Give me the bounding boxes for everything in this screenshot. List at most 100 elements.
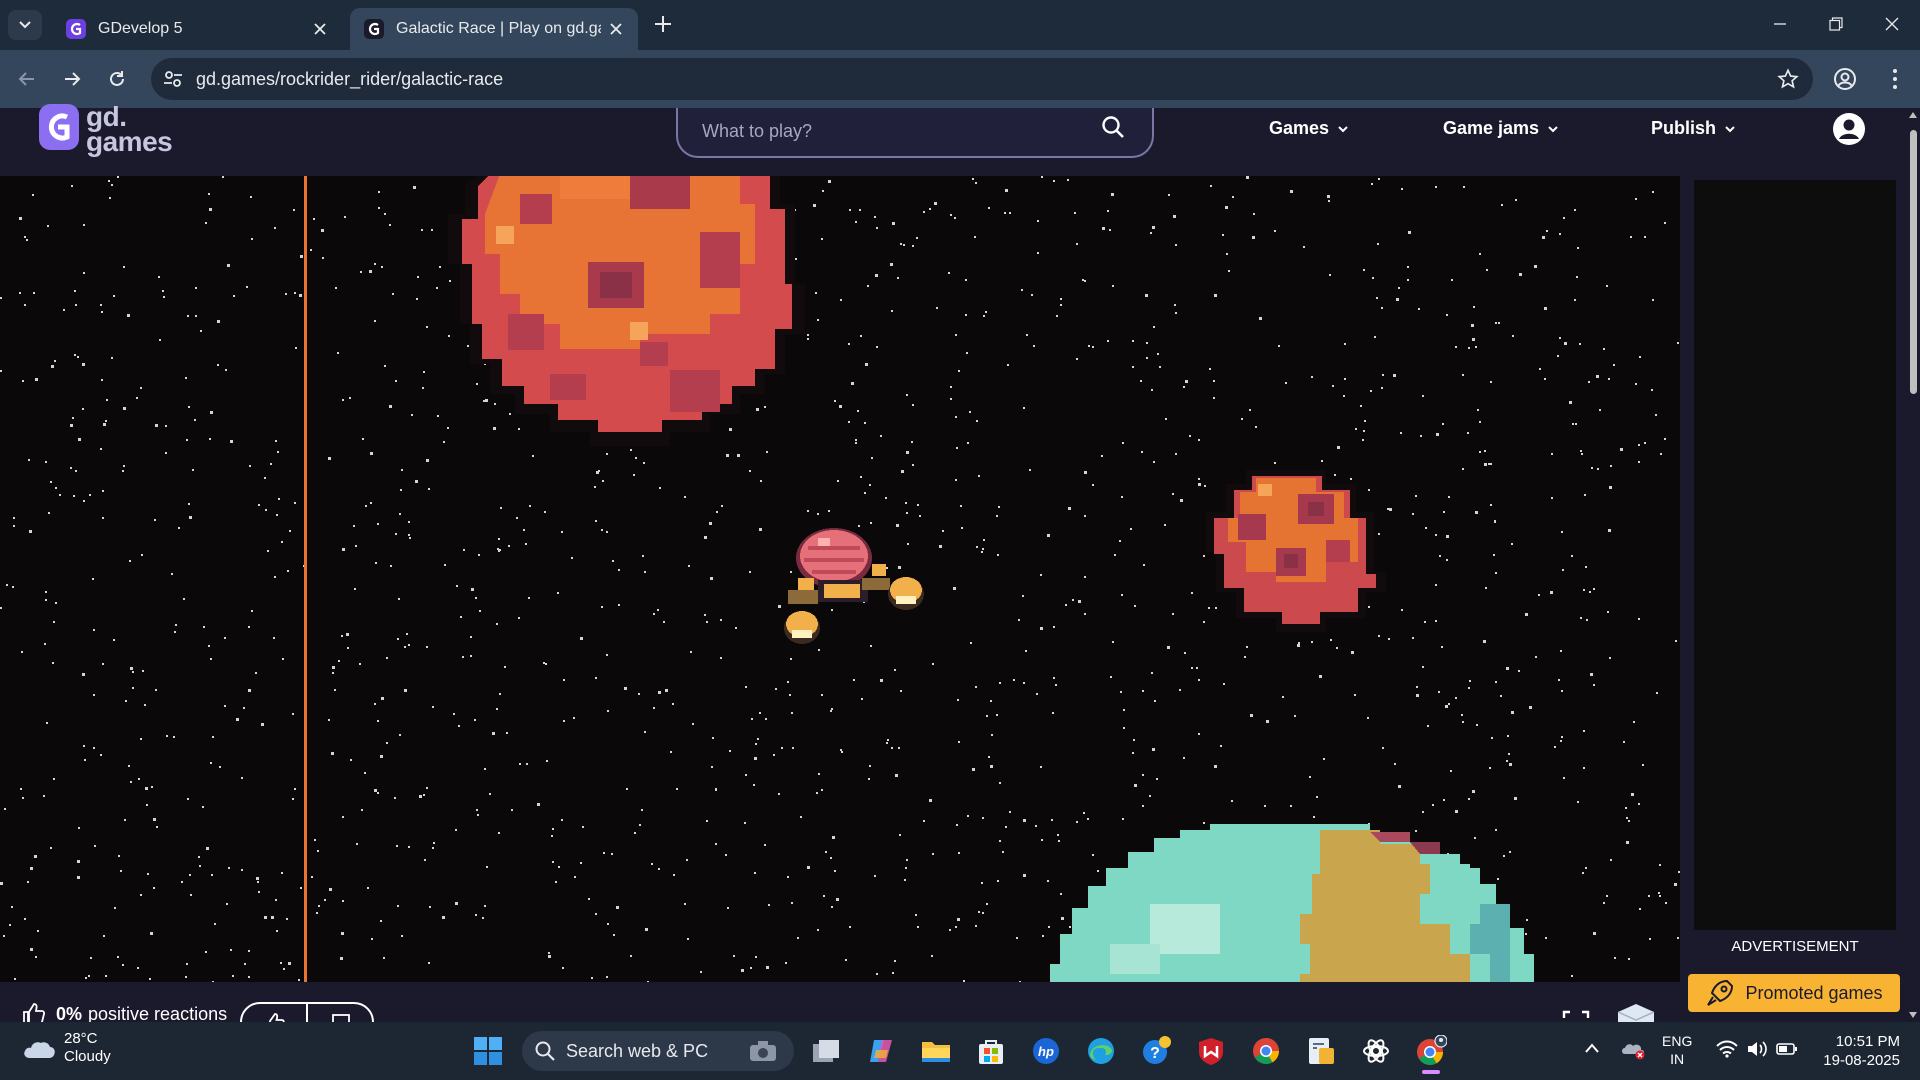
star bbox=[1393, 374, 1396, 377]
close-icon[interactable] bbox=[608, 21, 624, 37]
file-explorer-button[interactable] bbox=[920, 1035, 952, 1067]
star bbox=[1416, 686, 1418, 688]
star bbox=[978, 911, 980, 913]
forward-button[interactable] bbox=[57, 64, 87, 94]
minimize-button[interactable] bbox=[1752, 0, 1808, 48]
page-scrollbar[interactable] bbox=[1906, 108, 1920, 1022]
bookmark-star-icon[interactable] bbox=[1777, 68, 1799, 90]
star bbox=[72, 417, 74, 419]
star bbox=[737, 454, 740, 457]
store-icon bbox=[979, 1040, 1003, 1064]
battery-icon[interactable] bbox=[1776, 1042, 1798, 1056]
game-canvas[interactable] bbox=[0, 176, 1680, 982]
edge-button[interactable] bbox=[1085, 1035, 1117, 1067]
onedrive-icon[interactable] bbox=[1620, 1038, 1646, 1060]
chrome-button[interactable] bbox=[1250, 1035, 1282, 1067]
mcafee-button[interactable] bbox=[1195, 1035, 1227, 1067]
close-icon[interactable] bbox=[312, 21, 328, 37]
star bbox=[1381, 387, 1383, 389]
system-clock[interactable]: 10:51 PM 19-08-2025 bbox=[1810, 1032, 1900, 1070]
star bbox=[383, 957, 385, 959]
star bbox=[1363, 269, 1365, 271]
star bbox=[1583, 589, 1585, 591]
star bbox=[948, 272, 950, 274]
chatgpt-button[interactable] bbox=[1360, 1035, 1392, 1067]
star bbox=[658, 868, 660, 870]
nav-game-jams[interactable]: Game jams bbox=[1443, 118, 1559, 139]
profile-icon[interactable] bbox=[1832, 66, 1858, 92]
star bbox=[1336, 647, 1338, 649]
files-app-button[interactable] bbox=[1305, 1035, 1337, 1067]
star bbox=[349, 397, 351, 399]
game-thumbnail-icon[interactable] bbox=[1616, 1002, 1656, 1022]
language-indicator[interactable]: ENG IN bbox=[1662, 1032, 1692, 1068]
star bbox=[342, 816, 344, 818]
restore-button[interactable] bbox=[1808, 0, 1864, 48]
star bbox=[817, 929, 819, 931]
search-icon[interactable] bbox=[1100, 114, 1126, 140]
help-app-button[interactable]: ? bbox=[1140, 1035, 1172, 1067]
star bbox=[314, 839, 316, 841]
weather-widget[interactable]: 28°C Cloudy bbox=[22, 1030, 111, 1066]
star bbox=[194, 419, 196, 421]
thumbs-down-icon[interactable] bbox=[330, 1012, 352, 1022]
kebab-menu-icon[interactable] bbox=[1882, 66, 1908, 92]
star bbox=[255, 672, 257, 674]
scroll-up-icon[interactable] bbox=[1909, 112, 1917, 118]
hp-app-button[interactable]: hp bbox=[1030, 1035, 1062, 1067]
wifi-icon[interactable] bbox=[1716, 1040, 1738, 1058]
star bbox=[1264, 805, 1266, 807]
star bbox=[374, 263, 376, 265]
site-info-icon[interactable] bbox=[161, 67, 185, 91]
nav-publish[interactable]: Publish bbox=[1651, 118, 1736, 139]
star bbox=[848, 421, 850, 423]
scrollbar-thumb[interactable] bbox=[1910, 130, 1917, 394]
star bbox=[113, 295, 115, 297]
gd-games-logo[interactable]: gd. games bbox=[38, 102, 188, 158]
copilot-button[interactable] bbox=[865, 1035, 897, 1067]
tab-search-dropdown[interactable] bbox=[8, 10, 42, 40]
star bbox=[1469, 680, 1471, 682]
task-view-button[interactable] bbox=[810, 1035, 842, 1067]
star bbox=[423, 371, 425, 373]
fullscreen-icon[interactable] bbox=[1562, 1010, 1590, 1022]
star bbox=[1141, 451, 1143, 453]
search-input[interactable] bbox=[702, 116, 1082, 146]
scroll-down-icon[interactable] bbox=[1909, 1012, 1917, 1018]
tab-galactic-race[interactable]: Galactic Race | Play on gd.games bbox=[350, 8, 638, 50]
star bbox=[618, 604, 620, 606]
star bbox=[543, 662, 545, 664]
close-window-button[interactable] bbox=[1864, 0, 1920, 48]
star bbox=[781, 747, 783, 749]
star bbox=[408, 521, 410, 523]
thumbs-up-icon bbox=[23, 1003, 46, 1022]
star bbox=[408, 846, 410, 848]
advertisement-slot[interactable] bbox=[1694, 180, 1896, 930]
tab-gdevelop[interactable]: GDevelop 5 bbox=[52, 8, 342, 50]
star bbox=[1490, 504, 1492, 506]
star bbox=[93, 629, 95, 631]
star bbox=[6, 584, 8, 586]
star bbox=[285, 293, 287, 295]
star bbox=[1154, 700, 1156, 702]
star bbox=[313, 218, 315, 220]
star bbox=[489, 793, 491, 795]
volume-icon[interactable] bbox=[1746, 1040, 1768, 1058]
star bbox=[1462, 374, 1464, 376]
address-bar[interactable]: gd.games/rockrider_rider/galactic-race bbox=[151, 58, 1813, 100]
star bbox=[1432, 804, 1434, 806]
promoted-games-button[interactable]: Promoted games bbox=[1688, 974, 1900, 1012]
back-button[interactable] bbox=[12, 64, 42, 94]
taskbar-search[interactable]: Search web & PC bbox=[522, 1031, 794, 1071]
store-button[interactable] bbox=[975, 1035, 1007, 1067]
star bbox=[1065, 604, 1067, 606]
chrome-profile-button[interactable] bbox=[1415, 1035, 1447, 1067]
chevron-up-icon[interactable] bbox=[1584, 1042, 1600, 1054]
reload-button[interactable] bbox=[102, 64, 132, 94]
account-icon[interactable] bbox=[1832, 112, 1866, 146]
thumbs-up-icon[interactable] bbox=[264, 1012, 286, 1022]
start-button[interactable] bbox=[472, 1035, 504, 1067]
nav-games[interactable]: Games bbox=[1269, 118, 1349, 139]
star bbox=[205, 951, 207, 953]
new-tab-plus-icon[interactable] bbox=[652, 13, 674, 35]
